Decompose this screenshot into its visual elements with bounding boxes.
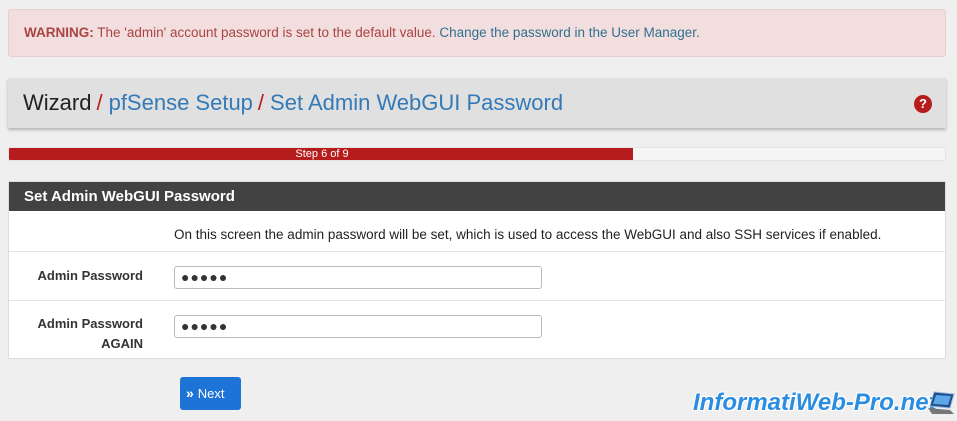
breadcrumb-separator: / (257, 90, 265, 115)
panel-description: On this screen the admin password will b… (174, 227, 882, 242)
next-button[interactable]: » Next (180, 377, 241, 410)
help-icon[interactable]: ? (914, 95, 932, 113)
progress-label: Step 6 of 9 (295, 148, 349, 160)
password-panel: Set Admin WebGUI Password On this screen… (8, 181, 946, 359)
warning-alert: WARNING: The 'admin' account password is… (8, 9, 946, 57)
breadcrumb-wizard: Wizard (23, 90, 92, 115)
double-chevron-right-icon: » (186, 385, 194, 401)
breadcrumb-pfsense-setup[interactable]: pfSense Setup (109, 90, 253, 115)
breadcrumb-separator: / (96, 90, 103, 115)
alert-title: WARNING: (24, 25, 94, 40)
admin-password-input[interactable]: ●●●●● (174, 266, 542, 289)
breadcrumb: Wizard / pfSense Setup / Set Admin WebGUI Pa… (23, 90, 563, 116)
wizard-progress-bar: Step 6 of 9 (8, 147, 946, 161)
user-manager-link[interactable]: Change the password in the User Manager. (439, 25, 699, 40)
breadcrumb-bar: Wizard / pfSense Setup / Set Admin WebGUI Pa… (8, 78, 946, 128)
next-button-label: Next (197, 386, 225, 401)
label-line-2: AGAIN (101, 336, 143, 351)
alert-message: The 'admin' account password is set to t… (97, 25, 436, 40)
admin-password-row: Admin Password ●●●●● (9, 251, 945, 301)
admin-password-again-input[interactable]: ●●●●● (174, 315, 542, 338)
label-line-1: Admin Password (37, 316, 143, 331)
watermark-logo: InformatiWeb-Pro.net (693, 389, 937, 416)
panel-title: Set Admin WebGUI Password (9, 182, 945, 211)
description-row: On this screen the admin password will b… (9, 211, 945, 251)
breadcrumb-current-page[interactable]: Set Admin WebGUI Password (270, 90, 563, 115)
laptop-icon (928, 391, 955, 414)
admin-password-again-label: Admin Password AGAIN (3, 314, 143, 354)
admin-password-again-row: Admin Password AGAIN ●●●●● (9, 300, 945, 359)
admin-password-label: Admin Password (37, 268, 143, 283)
